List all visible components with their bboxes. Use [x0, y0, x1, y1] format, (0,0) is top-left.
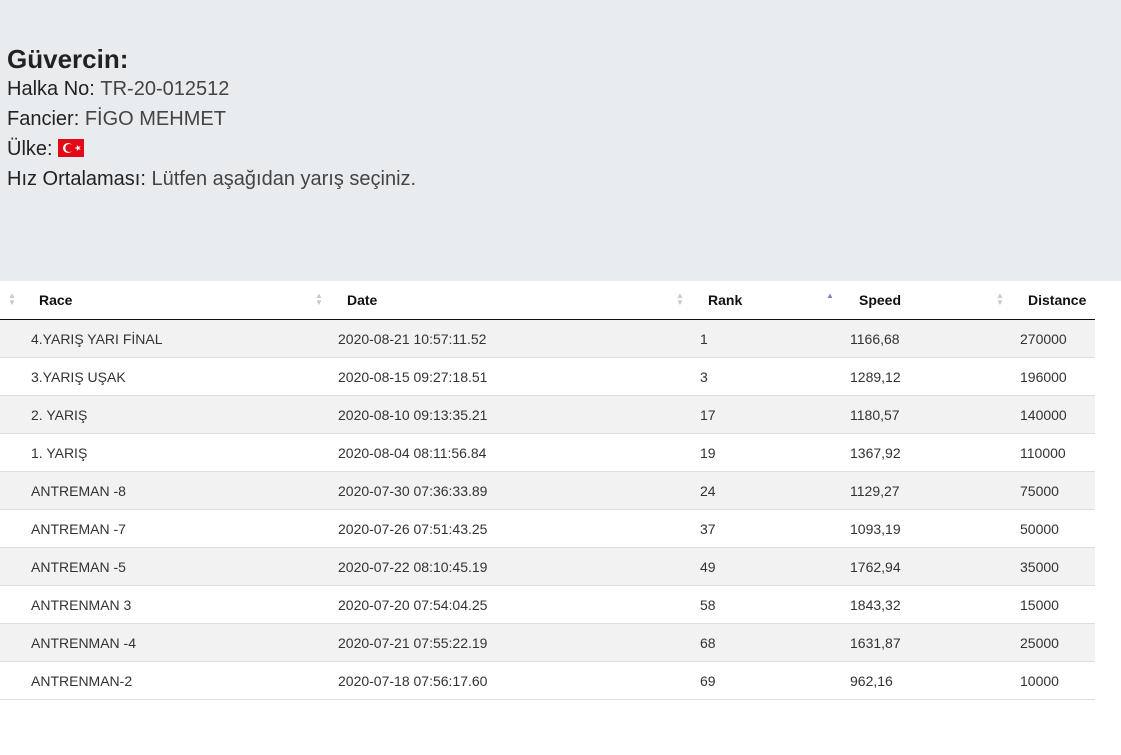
distance-cell: 50000	[1008, 509, 1095, 548]
race-cell: ANTREMAN -7	[0, 509, 327, 548]
speed-cell: 1166,68	[838, 319, 1008, 358]
date-cell: 2020-08-21 10:57:11.52	[327, 319, 688, 358]
speed-cell: 1129,27	[838, 471, 1008, 510]
date-cell: 2020-08-15 09:27:18.51	[327, 357, 688, 396]
fancier-label: Fancier:	[7, 108, 80, 130]
table-row[interactable]: ANTREMAN -8 2020-07-30 07:36:33.89 24 1129,…	[0, 471, 1095, 510]
fancier-line: Fancier: FİGO MEHMET	[7, 104, 1121, 134]
speed-cell: 1631,87	[838, 623, 1008, 662]
distance-cell: 35000	[1008, 547, 1095, 586]
table-row[interactable]: ANTREMAN -7 2020-07-26 07:51:43.25 37 1093,…	[0, 509, 1095, 548]
rank-cell: 19	[688, 433, 838, 472]
table-header-row: ▲▼ Race ▲▼ Date ▲▼ Rank ▲▼ Speed ▲▼ Dist…	[0, 281, 1095, 320]
race-cell: ANTRENMAN-2	[0, 661, 327, 700]
rank-cell: 24	[688, 471, 838, 510]
ring-value: TR-20-012512	[100, 78, 230, 100]
sort-icon: ▲ ▼	[676, 291, 684, 307]
distance-cell: 196000	[1008, 357, 1095, 396]
date-cell: 2020-08-04 08:11:56.84	[327, 433, 688, 472]
date-cell: 2020-07-21 07:55:22.19	[327, 623, 688, 662]
distance-cell: 110000	[1008, 433, 1095, 472]
rank-cell: 49	[688, 547, 838, 586]
column-header-speed[interactable]: ▲▼ Speed	[826, 281, 1008, 320]
speed-average-label: Hız Ortalaması:	[7, 168, 146, 190]
race-cell: ANTRENMAN 3	[0, 585, 327, 624]
speed-cell: 1289,12	[838, 357, 1008, 396]
distance-cell: 15000	[1008, 585, 1095, 624]
rank-cell: 17	[688, 395, 838, 434]
speed-cell: 1367,92	[838, 433, 1008, 472]
country-line: Ülke:	[7, 134, 1121, 164]
table-row[interactable]: ANTRENMAN 3 2020-07-20 07:54:04.25 58 1843,…	[0, 585, 1095, 624]
race-cell: 4.YARIŞ YARI FİNAL	[0, 319, 327, 358]
date-cell: 2020-07-26 07:51:43.25	[327, 509, 688, 548]
speed-average-line: Hız Ortalaması: Lütfen aşağıdan yarış se…	[7, 164, 1121, 194]
sort-icon: ▲ ▼	[996, 291, 1004, 307]
speed-cell: 1093,19	[838, 509, 1008, 548]
distance-cell: 140000	[1008, 395, 1095, 434]
pigeon-info-panel: Güvercin: Halka No: TR-20-012512 Fancier…	[0, 0, 1121, 281]
distance-cell: 75000	[1008, 471, 1095, 510]
speed-cell: 962,16	[838, 661, 1008, 700]
sort-ascending-icon: ▲▼	[826, 291, 834, 300]
date-cell: 2020-07-18 07:56:17.60	[327, 661, 688, 700]
column-header-race[interactable]: ▲ ▼ Race	[0, 281, 327, 320]
race-results-table: ▲▼ Race ▲▼ Date ▲▼ Rank ▲▼ Speed ▲▼ Dist…	[0, 281, 1095, 700]
race-cell: 2. YARIŞ	[0, 395, 327, 434]
race-cell: 1. YARIŞ	[0, 433, 327, 472]
country-label: Ülke:	[7, 138, 53, 160]
sort-icon: ▲ ▼	[315, 291, 323, 307]
turkey-flag-icon	[58, 139, 85, 157]
table-row[interactable]: 3.YARIŞ UŞAK 2020-08-15 09:27:18.51 3 1289,…	[0, 357, 1095, 396]
table-row[interactable]: ANTRENMAN-2 2020-07-18 07:56:17.60 69 962,1…	[0, 661, 1095, 700]
rank-cell: 69	[688, 661, 838, 700]
speed-cell: 1843,32	[838, 585, 1008, 624]
distance-cell: 270000	[1008, 319, 1095, 358]
rank-cell: 68	[688, 623, 838, 662]
race-cell: ANTRENMAN -4	[0, 623, 327, 662]
table-row[interactable]: 2. YARIŞ 2020-08-10 09:13:35.21 17 1180,57 1…	[0, 395, 1095, 434]
column-header-date[interactable]: ▲ ▼ Date	[315, 281, 688, 320]
fancier-value: FİGO MEHMET	[84, 108, 226, 130]
speed-average-value: Lütfen aşağıdan yarış seçiniz.	[151, 168, 417, 190]
table-row[interactable]: 1. YARIŞ 2020-08-04 08:11:56.84 19 1367,92 1…	[0, 433, 1095, 472]
race-cell: ANTREMAN -8	[0, 471, 327, 510]
column-header-distance[interactable]: ▲ ▼ Distance	[996, 281, 1095, 320]
date-cell: 2020-07-20 07:54:04.25	[327, 585, 688, 624]
ring-label: Halka No:	[7, 78, 95, 100]
rank-cell: 37	[688, 509, 838, 548]
table-row[interactable]: ANTREMAN -5 2020-07-22 08:10:45.19 49 1762,…	[0, 547, 1095, 586]
column-header-rank[interactable]: ▲ ▼ Rank	[676, 281, 838, 320]
speed-cell: 1762,94	[838, 547, 1008, 586]
date-cell: 2020-07-30 07:36:33.89	[327, 471, 688, 510]
race-cell: ANTREMAN -5	[0, 547, 327, 586]
table-row[interactable]: 4.YARIŞ YARI FİNAL 2020-08-21 10:57:11.52…	[0, 319, 1095, 358]
ring-number-line: Halka No: TR-20-012512	[7, 74, 1121, 104]
rank-cell: 58	[688, 585, 838, 624]
table-row[interactable]: ANTRENMAN -4 2020-07-21 07:55:22.19 68 1631…	[0, 623, 1095, 662]
date-cell: 2020-08-10 09:13:35.21	[327, 395, 688, 434]
rank-cell: 1	[688, 319, 838, 358]
rank-cell: 3	[688, 357, 838, 396]
speed-cell: 1180,57	[838, 395, 1008, 434]
page-title: Güvercin:	[7, 44, 129, 74]
race-cell: 3.YARIŞ UŞAK	[0, 357, 327, 396]
date-cell: 2020-07-22 08:10:45.19	[327, 547, 688, 586]
distance-cell: 10000	[1008, 661, 1095, 700]
distance-cell: 25000	[1008, 623, 1095, 662]
sort-icon: ▲ ▼	[8, 291, 16, 307]
